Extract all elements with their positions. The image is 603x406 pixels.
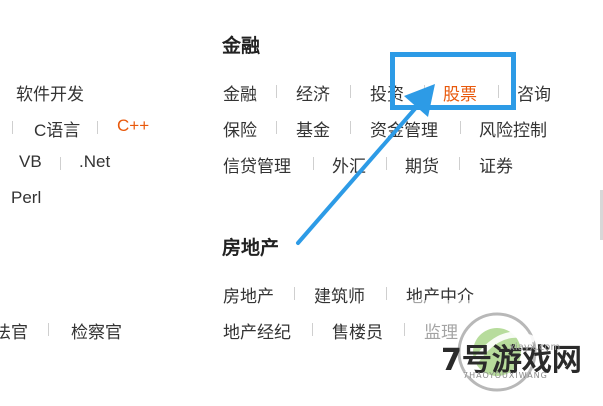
- watermark: 7号游戏网 7HAOYOUXIWANG xiayx.com: [405, 300, 603, 401]
- watermark-pinyin: 7HAOYOUXIWANG: [463, 371, 548, 380]
- watermark-domain: xiayx.com: [509, 342, 561, 353]
